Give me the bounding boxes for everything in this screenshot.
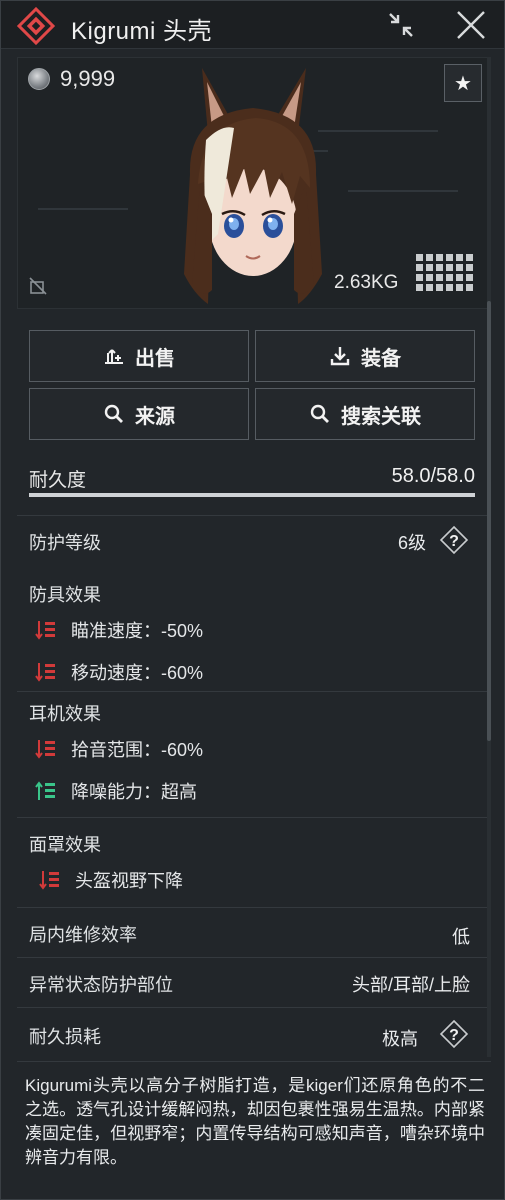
repair-efficiency-label: 局内维修效率: [29, 925, 137, 945]
headset-effect-item: 降噪能力：超高: [35, 778, 197, 804]
debuff-icon: [35, 621, 55, 640]
durability-bar: [29, 493, 475, 497]
durability-loss-value: 极高: [382, 1029, 418, 1049]
currency-display: 9,999: [28, 66, 115, 92]
armor-effect-text: 瞄准速度：-50%: [71, 621, 204, 641]
question-icon: ?: [439, 1019, 469, 1049]
headset-effects-title: 耳机效果: [29, 704, 101, 724]
inventory-size-grid-icon: [416, 254, 473, 291]
search-icon: [310, 404, 329, 423]
download-icon: [330, 347, 350, 366]
divider: [17, 957, 491, 958]
source-button[interactable]: 来源: [29, 388, 249, 440]
search-related-label: 搜索关联: [341, 405, 421, 428]
window-title: Kigrumi 头壳: [71, 18, 213, 45]
equip-button[interactable]: 装备: [255, 330, 475, 382]
currency-value: 9,999: [60, 66, 116, 91]
search-icon: [104, 404, 123, 423]
status-protection-value: 头部/耳部/上脸: [351, 975, 470, 995]
diamond-logo-icon: [17, 7, 55, 45]
durability-label: 耐久度: [29, 470, 87, 491]
buff-icon: [35, 781, 55, 800]
armor-effect-item: 移动速度：-60%: [35, 659, 203, 685]
debuff-icon: [39, 871, 59, 890]
divider: [17, 1007, 491, 1008]
sell-button[interactable]: 出售: [29, 330, 249, 382]
search-related-button[interactable]: 搜索关联: [255, 388, 475, 440]
collapse-icon: [389, 13, 413, 37]
mask-effect-item: 头盔视野下降: [39, 867, 183, 893]
armor-effect-item: 瞄准速度：-50%: [35, 617, 203, 643]
item-weight: 2.63KG: [334, 272, 399, 293]
debuff-icon: [35, 663, 55, 682]
durability-bar-fill: [29, 493, 475, 497]
debuff-icon: [35, 740, 55, 759]
headset-effect-text: 降噪能力：超高: [71, 782, 197, 802]
sell-icon: [105, 349, 123, 364]
headset-effect-item: 拾音范围：-60%: [35, 736, 203, 762]
background-line: [38, 208, 128, 210]
source-label: 来源: [135, 405, 175, 428]
protection-level-value: 6级: [397, 533, 426, 553]
divider: [17, 691, 491, 692]
protection-level-label: 防护等级: [29, 533, 101, 553]
equip-label: 装备: [361, 347, 401, 370]
svg-text:?: ?: [449, 533, 459, 550]
star-icon: ★: [454, 72, 472, 95]
close-icon: [457, 11, 485, 39]
armor-effects-title: 防具效果: [29, 585, 101, 605]
item-description: Kigurumi头壳以高分子树脂打造，是kiger们还原角色的不二之选。透气孔设…: [25, 1076, 485, 1167]
armor-effect-text: 移动速度：-60%: [71, 663, 204, 683]
close-button[interactable]: [453, 7, 489, 43]
divider: [17, 907, 491, 908]
divider: [17, 1061, 491, 1062]
durability-loss-help-button[interactable]: ?: [439, 1019, 469, 1049]
headset-effect-text: 拾音范围：-60%: [71, 740, 204, 760]
divider: [17, 515, 491, 516]
collapse-button[interactable]: [383, 7, 419, 43]
protection-help-button[interactable]: ?: [439, 525, 469, 555]
question-icon: ?: [439, 525, 469, 555]
item-detail-panel: Kigrumi 头壳 9,999 ★ 2.63KG 出售 装备 来源 搜索关联 …: [0, 0, 505, 1200]
sell-label: 出售: [135, 347, 175, 370]
kigurumi-head-image: [184, 68, 322, 304]
durability-value: 58.0/58.0: [391, 465, 475, 487]
coin-icon: [28, 68, 50, 90]
durability-loss-label: 耐久损耗: [29, 1027, 101, 1047]
item-preview: 9,999 ★ 2.63KG: [17, 57, 491, 309]
divider: [17, 817, 491, 818]
status-protection-label: 异常状态防护部位: [29, 975, 173, 995]
scrollbar-thumb[interactable]: [487, 301, 491, 741]
mask-effect-text: 头盔视野下降: [75, 871, 183, 891]
title-bar: Kigrumi 头壳: [1, 1, 504, 49]
svg-text:?: ?: [449, 1027, 459, 1044]
background-line: [348, 190, 458, 192]
favorite-button[interactable]: ★: [444, 64, 482, 102]
background-line: [318, 130, 438, 132]
mask-effects-title: 面罩效果: [29, 835, 101, 855]
untradeable-icon: [29, 277, 47, 295]
durability-row: 耐久度 58.0/58.0: [29, 463, 475, 493]
repair-efficiency-value: 低: [452, 927, 470, 947]
